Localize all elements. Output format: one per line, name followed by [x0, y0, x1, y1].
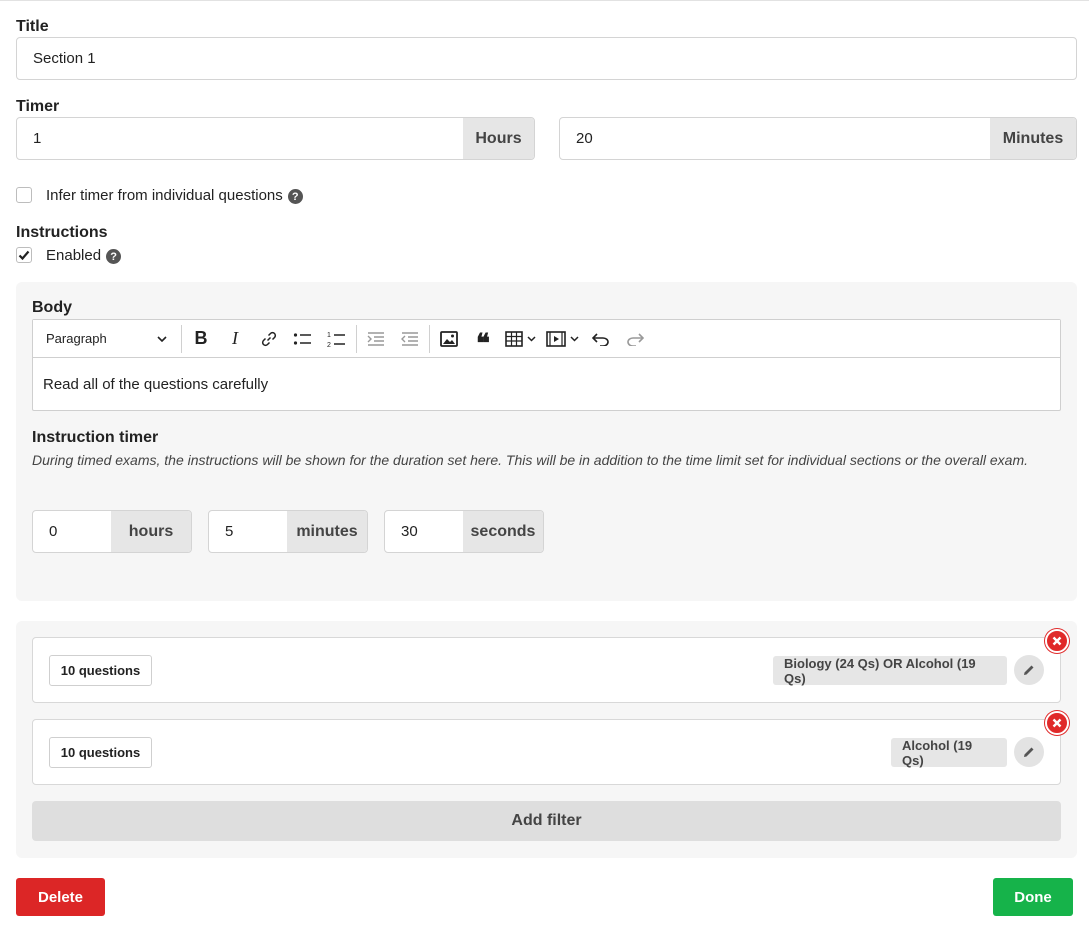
indent-button[interactable] — [359, 320, 393, 358]
numbered-list-icon: 12 — [327, 332, 345, 348]
toolbar-separator — [181, 324, 182, 353]
bullet-list-icon — [293, 332, 311, 345]
outdent-icon — [401, 331, 418, 346]
block-format-value: Paragraph — [46, 331, 107, 346]
infer-timer-checkbox[interactable] — [16, 187, 32, 203]
svg-text:2: 2 — [327, 342, 331, 348]
undo-icon — [592, 332, 609, 346]
edit-filter-button[interactable] — [1014, 655, 1044, 685]
blockquote-button[interactable]: ❝ — [466, 320, 500, 358]
checkmark-icon — [18, 250, 30, 261]
instruction-timer-label: Instruction timer — [32, 429, 159, 446]
table-button[interactable] — [500, 320, 540, 358]
media-icon — [545, 330, 566, 347]
instruction-hours-addon: hours — [111, 511, 191, 552]
chevron-down-icon — [157, 335, 167, 342]
indent-icon — [367, 331, 384, 346]
filter-tag: Alcohol (19 Qs) — [891, 738, 1007, 768]
title-input-value: Section 1 — [33, 50, 96, 67]
done-button[interactable]: Done — [993, 878, 1073, 916]
instruction-timer-description: During timed exams, the instructions wil… — [32, 452, 1029, 468]
instruction-minutes-input[interactable]: 5 — [209, 511, 287, 552]
timer-label: Timer — [16, 98, 60, 115]
delete-button[interactable]: Delete — [16, 878, 105, 916]
italic-icon: I — [232, 328, 238, 348]
link-icon — [261, 331, 277, 346]
instruction-seconds-addon: seconds — [463, 511, 543, 552]
chevron-down-icon — [569, 335, 579, 342]
instruction-hours-input[interactable]: 0 — [33, 511, 111, 552]
title-label: Title — [16, 18, 49, 35]
undo-button[interactable] — [584, 320, 618, 358]
svg-text:1: 1 — [327, 332, 331, 339]
close-icon — [1052, 636, 1062, 646]
media-button[interactable] — [540, 320, 584, 358]
image-button[interactable] — [432, 320, 466, 358]
timer-hours-addon: Hours — [463, 118, 534, 159]
redo-icon — [627, 332, 644, 346]
infer-timer-label: Infer timer from individual questions — [46, 186, 283, 204]
timer-minutes-addon: Minutes — [990, 118, 1076, 159]
edit-filter-button[interactable] — [1014, 737, 1044, 767]
blockquote-icon: ❝ — [476, 328, 490, 358]
instruction-hours-group: 0 hours — [32, 510, 192, 553]
remove-filter-button[interactable] — [1045, 711, 1069, 735]
help-icon[interactable]: ? — [287, 189, 303, 204]
help-icon[interactable]: ? — [106, 249, 122, 264]
toolbar-separator — [429, 324, 430, 353]
pencil-icon — [1024, 747, 1034, 757]
instruction-seconds-input[interactable]: 30 — [385, 511, 463, 552]
timer-hours-input[interactable]: 1 — [17, 118, 463, 159]
timer-minutes-group: 20 Minutes — [559, 117, 1077, 160]
block-format-select[interactable]: Paragraph — [33, 320, 179, 358]
infer-timer-row: Infer timer from individual questions ? — [16, 186, 303, 204]
editor-toolbar: Paragraph B I 12 ❝ — [33, 320, 1060, 358]
instruction-seconds-group: 30 seconds — [384, 510, 544, 553]
instructions-label: Instructions — [16, 224, 108, 241]
italic-button[interactable]: I — [218, 320, 252, 358]
instruction-minutes-addon: minutes — [287, 511, 367, 552]
outdent-button[interactable] — [393, 320, 427, 358]
table-icon — [504, 330, 523, 347]
bold-button[interactable]: B — [184, 320, 218, 358]
chevron-down-icon — [526, 335, 536, 342]
remove-filter-button[interactable] — [1045, 629, 1069, 653]
instruction-minutes-group: 5 minutes — [208, 510, 368, 553]
instructions-enabled-checkbox[interactable] — [16, 247, 32, 263]
timer-minutes-input[interactable]: 20 — [560, 118, 990, 159]
editor-content[interactable]: Read all of the questions carefully — [33, 358, 1060, 393]
close-icon — [1052, 718, 1062, 728]
title-input[interactable]: Section 1 — [16, 37, 1077, 80]
timer-hours-group: 1 Hours — [16, 117, 535, 160]
image-icon — [440, 330, 458, 347]
bullet-list-button[interactable] — [286, 320, 320, 358]
add-filter-button[interactable]: Add filter — [32, 801, 1061, 841]
toolbar-separator — [356, 324, 357, 353]
filter-tag: Biology (24 Qs) OR Alcohol (19 Qs) — [773, 656, 1007, 686]
bold-icon: B — [194, 328, 208, 348]
instructions-enabled-label: Enabled — [46, 246, 102, 264]
top-divider — [0, 0, 1089, 1]
question-count-button[interactable]: 10 questions — [49, 737, 152, 768]
body-label: Body — [32, 299, 72, 316]
rich-text-editor: Paragraph B I 12 ❝ Read all of the quest… — [32, 319, 1061, 411]
instructions-enabled-row: Enabled ? — [16, 246, 122, 264]
link-button[interactable] — [252, 320, 286, 358]
question-count-button[interactable]: 10 questions — [49, 655, 152, 686]
numbered-list-button[interactable]: 12 — [320, 320, 354, 358]
pencil-icon — [1024, 665, 1034, 675]
redo-button[interactable] — [618, 320, 652, 358]
